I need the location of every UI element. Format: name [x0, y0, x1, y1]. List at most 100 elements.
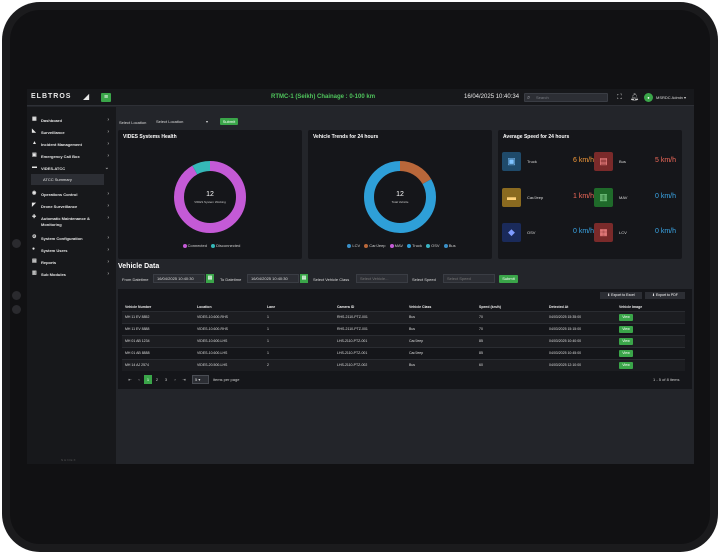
health-center-label: VIDES System Working [194, 200, 226, 204]
sidebar-item-incident-management[interactable]: ▲ Incident Management › [32, 139, 112, 149]
logo-mark-icon: ◢ [83, 92, 90, 101]
column-header: Vehicle Number [122, 303, 194, 311]
page-button[interactable]: 1 [144, 375, 152, 384]
legend-label: Bus [448, 243, 456, 248]
vehicle-class-select[interactable]: Select Vehicle... [356, 274, 408, 283]
speed-row-mav: ▥ MAV 0 km/h [594, 188, 676, 208]
table-header-row: Vehicle Number Location Lane Camera ID V… [122, 303, 685, 311]
car-icon: ▬ [502, 188, 521, 207]
sidebar-item-label: Automatic Maintenance & Monitoring [41, 216, 90, 227]
calendar-icon[interactable]: ▦ [206, 274, 214, 283]
sidebar-item-system-configuration[interactable]: ⚙ System Configuration › [32, 233, 112, 243]
view-image-button[interactable]: View [619, 325, 633, 333]
calendar-icon[interactable]: ▦ [300, 274, 308, 283]
prev-page-icon[interactable]: ‹ [135, 375, 143, 384]
table-cell: 1 [264, 322, 334, 335]
app-screen: ELBTROS ◢ ≡ RTMC-1 (Seikh) Chainage : 0-… [27, 89, 694, 464]
main-content: Select Location Select Location ▾ Submit… [116, 107, 694, 464]
location-submit-button[interactable]: Submit [220, 118, 238, 125]
legend-swatch [347, 243, 352, 248]
sidebar-item-emergency-call-box[interactable]: ▣ Emergency Call Box › [32, 151, 112, 161]
bell-icon[interactable]: 🔔︎ [630, 93, 639, 102]
speed-name: OSV [527, 230, 536, 235]
systems-health-card: VIDES Systems Health 12 VIDES System Wor… [118, 130, 302, 259]
export-excel-button[interactable]: ⬇ Export to Excel [600, 292, 642, 299]
chevron-down-icon: ▾ [205, 119, 208, 124]
sidebar-item-dashboard[interactable]: ▦ Dashboard › [32, 115, 112, 125]
table-cell: MH 11 EV 8852 [122, 310, 194, 323]
to-datetime-input[interactable]: 16/04/2025 10:40:30 [247, 274, 299, 283]
vehicle-submit-button[interactable]: Submit [499, 275, 518, 283]
table-cell: Bus [406, 358, 476, 371]
table-cell: View [616, 346, 685, 359]
export-excel-label: Export to Excel [611, 293, 635, 297]
sidebar-item-system-users[interactable]: ● System Users › [32, 245, 112, 255]
table-cell: 04/03/2025 15:35:00 [546, 310, 616, 323]
card-title: Vehicle Trends for 24 hours [313, 134, 379, 140]
user-menu[interactable]: MSRDC Admin ▾ [656, 95, 686, 100]
gear-icon: ⚙ [32, 234, 37, 240]
page-button[interactable]: 2 [153, 375, 161, 384]
bus-icon: ▤ [594, 152, 613, 171]
table-cell: View [616, 334, 685, 347]
table-cell: 70 [476, 322, 546, 335]
view-image-button[interactable]: View [619, 337, 633, 345]
speed-value: 6 km/h [572, 157, 594, 164]
location-select-value: Select Location [156, 119, 184, 124]
view-image-button[interactable]: View [619, 313, 633, 321]
page-button[interactable]: 3 [162, 375, 170, 384]
search-input[interactable]: ⌕ Search [524, 93, 608, 102]
report-icon: ▤ [32, 258, 37, 264]
sidebar-item-vides-atcc[interactable]: ▬ VIDES-ATCC ⌄ [32, 163, 112, 173]
location-select[interactable]: Select Location ▾ [152, 117, 212, 126]
speed-row-bus: ▤ Bus 5 km/h [594, 152, 676, 172]
speed-name: LCV [619, 230, 627, 235]
first-page-icon[interactable]: ⇤ [126, 375, 134, 384]
sidebar-item-label: Surveillance [41, 130, 65, 135]
page-size-select[interactable]: 5 ▾ [192, 375, 209, 384]
table-cell: MH 01 AB 8888 [122, 346, 194, 359]
export-pdf-button[interactable]: ⬇ Export to PDF [645, 292, 685, 299]
last-page-icon[interactable]: ⇥ [180, 375, 188, 384]
sidebar-item-label: Operations Control [41, 192, 78, 197]
osv-icon: ◆ [502, 223, 521, 242]
trends-donut-chart: 12 Total Vehicle [363, 160, 437, 234]
table-cell: View [616, 358, 685, 371]
sidebar-item-drone-surveillance[interactable]: ◤ Drone Surveillance › [32, 201, 112, 211]
menu-toggle-button[interactable]: ≡ [101, 93, 111, 102]
sidebar-item-label: VIDES-ATCC [41, 166, 66, 171]
table-cell: 04/03/2025 15:15:00 [546, 322, 616, 335]
table-cell: VIDES-10.600-LHS [194, 346, 264, 359]
sidebar-subitem-atcc-summary[interactable]: ATCC Summary [31, 174, 104, 185]
sidebar-footer: NHNEX [61, 458, 77, 462]
app-logo: ELBTROS [31, 93, 72, 100]
legend-swatch [364, 243, 369, 248]
sidebar-item-operations-control[interactable]: ◉ Operations Control › [32, 189, 112, 199]
fullscreen-icon[interactable]: ⛶ [617, 93, 622, 102]
next-page-icon[interactable]: › [171, 375, 179, 384]
legend-swatch [426, 243, 431, 248]
sidebar-item-automatic-maintenance[interactable]: ✚ Automatic Maintenance & Monitoring › [32, 213, 112, 229]
chevron-right-icon: › [107, 117, 109, 123]
table-cell: View [616, 322, 685, 335]
sidebar-item-surveillance[interactable]: ◣ Surveillance › [32, 127, 112, 137]
view-image-button[interactable]: View [619, 361, 633, 369]
chevron-right-icon: › [107, 203, 109, 209]
from-datetime-input[interactable]: 16/04/2025 10:40:30 [153, 274, 205, 283]
legend-label: Disconnected [216, 243, 241, 248]
sidebar-item-label: Reports [41, 260, 57, 265]
speed-name: MAV [619, 195, 628, 200]
search-icon: ⌕ [527, 95, 531, 101]
chevron-right-icon: › [107, 271, 109, 277]
sidebar-item-sub-modules[interactable]: ▥ Sub Modules › [32, 269, 112, 279]
speed-select[interactable]: Select Speed [443, 274, 495, 283]
speed-row-car-jeep: ▬ Car/Jeep 1 km/h [502, 188, 594, 208]
sidebar-item-label: Emergency Call Box [41, 154, 80, 159]
table-cell: Bus [406, 310, 476, 323]
chevron-right-icon: › [107, 129, 109, 135]
sidebar-item-reports[interactable]: ▤ Reports › [32, 257, 112, 267]
view-image-button[interactable]: View [619, 349, 633, 357]
avatar[interactable]: ● [644, 93, 653, 102]
chevron-right-icon: › [107, 247, 109, 253]
mav-icon: ▥ [594, 188, 613, 207]
